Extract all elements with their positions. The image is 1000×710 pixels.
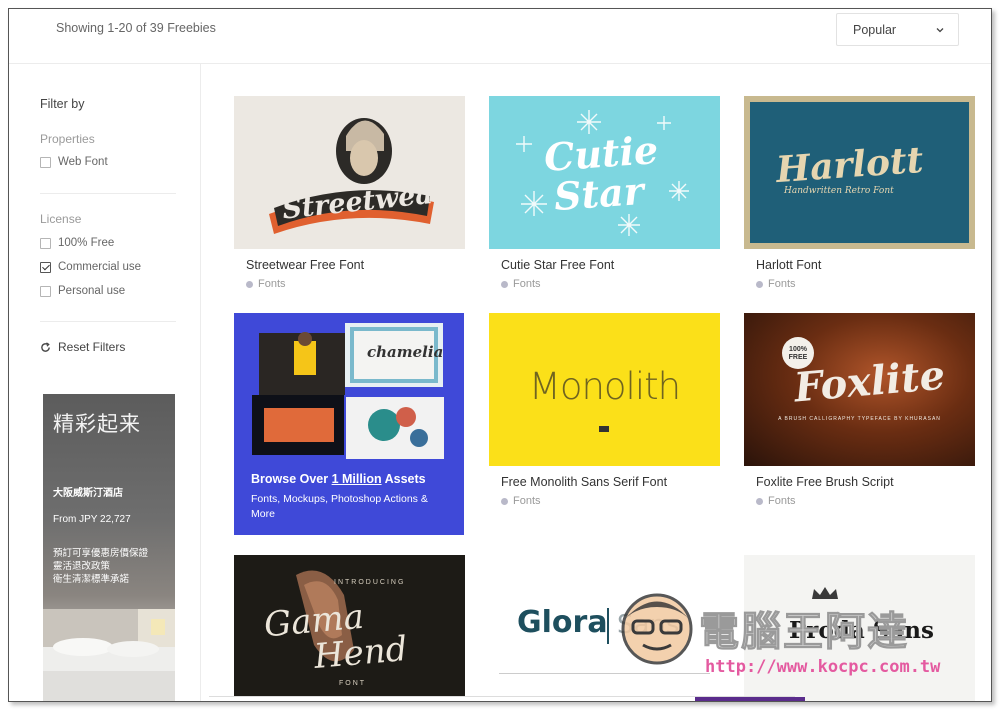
filter-group-properties-title: Properties	[40, 132, 95, 146]
browser-frame: Showing 1-20 of 39 Freebies Popular Filt…	[8, 8, 992, 702]
divider-bar	[607, 608, 609, 644]
100-free-checkbox[interactable]	[40, 237, 51, 249]
divider	[40, 193, 176, 194]
ad-line: 預訂可享優惠房價保證	[53, 548, 149, 559]
card-category[interactable]: Fonts	[756, 278, 796, 290]
thumb-baseline	[499, 673, 710, 674]
promo-title[interactable]: Browse Over 1 Million Assets	[251, 472, 426, 486]
card-thumb-subtext: A BRUSH CALLIGRAPHY TYPEFACE BY KHURASAN	[778, 416, 941, 422]
personal-use-checkbox[interactable]	[40, 285, 51, 297]
card-title[interactable]: Harlott Font	[756, 258, 821, 272]
card-thumbnail[interactable]: Harlott Handwritten Retro Font	[744, 96, 975, 249]
card-thumb-text: Sans	[617, 610, 680, 640]
chevron-down-icon	[936, 28, 944, 33]
sort-selected-value: Popular	[853, 23, 897, 37]
promo-title-suffix: Assets	[381, 472, 426, 486]
ad-line: 衛生清潔標準承諾	[53, 574, 130, 585]
freebie-card[interactable]: Cutie Star Cutie Star Free Font Fonts	[489, 96, 720, 290]
card-thumbnail[interactable]: INTRODUCING Gama Hend FONT	[234, 555, 465, 701]
ad-hotel-name: 大阪威斯汀酒店	[53, 488, 123, 499]
card-thumb-text: Hend	[312, 629, 410, 677]
card-title[interactable]: Cutie Star Free Font	[501, 258, 614, 272]
filter-option-web-font[interactable]: Web Font	[40, 156, 108, 168]
filter-group-license-title: License	[40, 212, 82, 226]
freebie-card[interactable]: Harlott Handwritten Retro Font Harlott F…	[744, 96, 975, 290]
card-category-label: Fonts	[768, 278, 796, 290]
card-thumb-text: Proda Sans	[789, 617, 934, 644]
card-category-label: Fonts	[768, 495, 796, 507]
card-thumbnail[interactable]: Monolith	[489, 313, 720, 466]
commercial-use-checkbox[interactable]	[40, 261, 51, 273]
card-title[interactable]: Free Monolith Sans Serif Font	[501, 475, 667, 489]
streetwear-artwork	[269, 118, 434, 234]
card-thumbnail[interactable]: Streetwear	[234, 96, 465, 249]
freebie-card[interactable]: 100% FREE Foxlite A BRUSH CALLIGRAPHY TY…	[744, 313, 975, 507]
freebie-card[interactable]: INTRODUCING Gama Hend FONT	[234, 555, 465, 701]
ad-price: From JPY 22,727	[53, 514, 131, 525]
filter-option-commercial-use[interactable]: Commercial use	[40, 261, 141, 273]
dot-icon	[756, 280, 763, 288]
dot-icon	[756, 497, 763, 505]
crown-icon	[812, 587, 838, 599]
ad-headline: 精彩起来	[53, 412, 141, 436]
promo-browse-assets-card[interactable]: chamelia Browse Over 1 Million Assets Fo…	[234, 313, 464, 535]
filter-option-label: Commercial use	[58, 261, 142, 273]
card-thumb-bottom: FONT	[339, 680, 367, 687]
card-category[interactable]: Fonts	[501, 278, 541, 290]
freebie-card[interactable]: Monolith Free Monolith Sans Serif Font F…	[489, 313, 720, 507]
promo-subtitle: Fonts, Mockups, Photoshop Actions & More	[251, 493, 428, 520]
card-thumbnail[interactable]: Glora Sans	[489, 555, 720, 701]
filter-option-personal-use[interactable]: Personal use	[40, 285, 125, 297]
promo-title-link[interactable]: 1 Million	[332, 472, 382, 486]
card-category-label: Fonts	[513, 495, 541, 507]
divider	[40, 321, 176, 322]
card-thumb-text: Glora	[517, 605, 608, 640]
result-count: Showing 1-20 of 39 Freebies	[56, 21, 216, 35]
freebie-card[interactable]: Glora Sans	[489, 555, 720, 701]
card-title[interactable]: Streetwear Free Font	[246, 258, 364, 272]
card-thumbnail[interactable]: Proda Sans	[744, 555, 975, 701]
reset-filters-button[interactable]: Reset Filters	[40, 340, 125, 354]
filter-option-label: Web Font	[58, 156, 108, 168]
promo-mockup-collage	[252, 323, 444, 459]
card-category-label: Fonts	[258, 278, 286, 290]
filter-sidebar: Filter by Properties Web Font License 10…	[9, 64, 201, 701]
results-header: Showing 1-20 of 39 Freebies Popular	[9, 9, 991, 64]
filter-option-label: 100% Free	[58, 237, 115, 249]
filter-title: Filter by	[40, 97, 85, 111]
web-font-checkbox[interactable]	[40, 156, 51, 168]
card-thumbnail[interactable]: 100% FREE Foxlite A BRUSH CALLIGRAPHY TY…	[744, 313, 975, 466]
card-thumb-text: Foxlite	[792, 351, 947, 412]
dot-icon	[246, 280, 253, 288]
dot-icon	[501, 280, 508, 288]
hotel-bed-image	[43, 609, 175, 701]
freebie-card[interactable]: Proda Sans	[744, 555, 975, 701]
card-thumbnail[interactable]: Cutie Star	[489, 96, 720, 249]
card-category[interactable]: Fonts	[501, 495, 541, 507]
card-thumb-top: INTRODUCING	[334, 579, 406, 586]
bottom-overlay-accent	[695, 697, 805, 701]
reset-filters-label: Reset Filters	[58, 340, 126, 354]
filter-option-label: Personal use	[58, 285, 126, 297]
filter-option-100-free[interactable]: 100% Free	[40, 237, 114, 249]
ad-line: 靈活退改政策	[53, 561, 111, 572]
monolith-logo-mark	[599, 426, 609, 432]
card-category[interactable]: Fonts	[246, 278, 286, 290]
hotel-ad-banner[interactable]: 精彩起来 大阪威斯汀酒店 From JPY 22,727 預訂可享優惠房價保證 …	[43, 394, 175, 701]
card-category-label: Fonts	[513, 278, 541, 290]
card-category[interactable]: Fonts	[756, 495, 796, 507]
card-title[interactable]: Foxlite Free Brush Script	[756, 475, 894, 489]
card-thumb-text: Star	[552, 167, 646, 220]
card-thumb-text: Monolith	[528, 365, 681, 408]
dot-icon	[501, 497, 508, 505]
sort-dropdown[interactable]: Popular	[836, 13, 959, 46]
card-thumb-subtext: Handwritten Retro Font	[784, 186, 894, 196]
promo-title-prefix: Browse Over	[251, 472, 332, 486]
promo-mockup-text: chamelia	[367, 343, 444, 361]
refresh-icon	[41, 341, 50, 352]
freebie-card[interactable]: Streetwear Streetwear Free Font Fonts	[234, 96, 465, 290]
